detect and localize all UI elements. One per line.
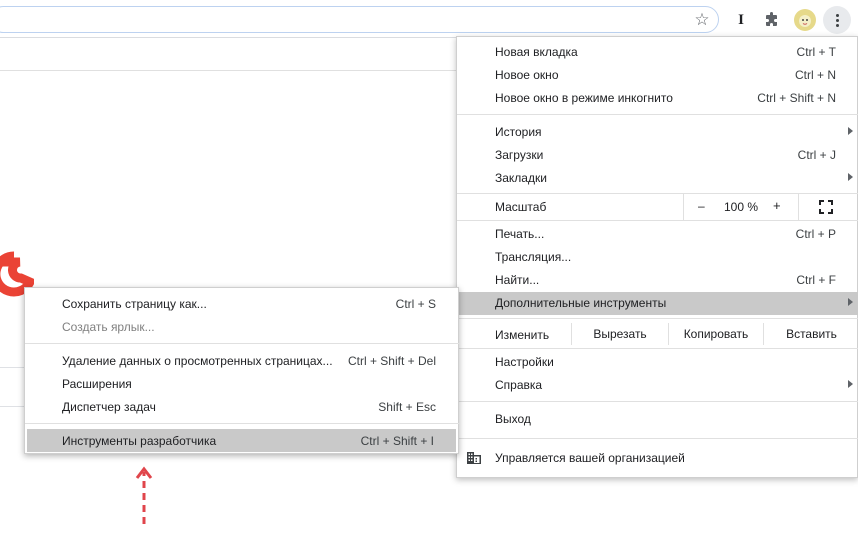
menu-item-label: Создать ярлык... [62,320,155,334]
menu-item-label: Новая вкладка [495,45,578,59]
menu-item-label: Дополнительные инструменты [495,296,667,310]
menu-item-label: Загрузки [495,148,544,162]
menu-item-label: Управляется вашей организацией [495,451,685,465]
menu-separator [457,401,858,402]
menu-separator [457,318,858,319]
menu-item-label: Новое окно в режиме инкогнито [495,91,673,105]
zoom-label: Масштаб [495,200,547,214]
menu-item-managed[interactable]: Управляется вашей организацией [457,445,858,471]
menu-item-shortcut: Ctrl + T [796,45,836,59]
menu-item-label: Найти... [495,273,540,287]
fullscreen-icon[interactable] [818,199,834,215]
menu-item-settings[interactable]: Настройки [457,351,858,374]
submenu-arrow-icon [848,127,853,135]
menu-item-label: Инструменты разработчика [62,434,217,448]
more-tools-submenu: Сохранить страницу как... Ctrl + S Созда… [24,287,460,454]
edit-label: Изменить [495,328,550,342]
zoom-in-button[interactable]: + [773,198,781,213]
building-icon [466,450,482,466]
zoom-value: 100 % [724,200,759,214]
menu-item-history[interactable]: История [457,121,858,144]
menu-item-downloads[interactable]: Загрузки Ctrl + J [457,144,858,167]
menu-item-label: Диспетчер задач [62,400,156,414]
menu-item-label: Настройки [495,355,554,369]
chrome-main-menu: Новая вкладка Ctrl + T Новое окно Ctrl +… [456,36,858,478]
menu-item-exit[interactable]: Выход [457,408,858,431]
menu-item-help[interactable]: Справка [457,374,858,397]
menu-separator [457,220,858,221]
menu-item-label: Расширения [62,377,132,391]
menu-item-more-tools[interactable]: Дополнительные инструменты [457,292,858,315]
submenu-arrow-icon [848,173,853,181]
puzzle-icon[interactable] [760,8,784,32]
avatar-icon[interactable] [794,9,816,31]
menu-edit-row: Изменить Вырезать Копировать Вставить [457,323,858,345]
submenu-item-clear-data[interactable]: Удаление данных о просмотренных страница… [25,349,460,372]
paste-button[interactable]: Вставить [763,323,858,345]
extension-i-icon[interactable]: I [729,8,753,32]
copy-button[interactable]: Копировать [668,323,763,345]
menu-zoom-row: Масштаб – 100 % + [457,194,858,220]
menu-item-shortcut: Ctrl + N [794,68,836,82]
menu-item-label: Выход [495,412,531,426]
menu-item-shortcut: Shift + Esc [378,400,436,414]
submenu-item-save-page[interactable]: Сохранить страницу как... Ctrl + S [25,292,460,315]
submenu-arrow-icon [848,298,853,306]
page-divider [0,70,458,71]
submenu-item-task-manager[interactable]: Диспетчер задач Shift + Esc [25,395,460,418]
menu-item-shortcut: Ctrl + F [796,273,836,287]
menu-item-shortcut: Ctrl + Shift + N [757,91,836,105]
browser-toolbar: ☆ I [0,0,858,38]
address-bar[interactable] [0,6,719,33]
menu-separator [457,348,858,349]
menu-item-shortcut: Ctrl + Shift + I [360,434,434,448]
star-icon[interactable]: ☆ [690,8,714,32]
submenu-item-extensions[interactable]: Расширения [25,372,460,395]
menu-item-label: Закладки [495,171,547,185]
menu-separator [457,114,858,115]
menu-item-cast[interactable]: Трансляция... [457,246,858,269]
menu-item-label: Сохранить страницу как... [62,297,207,311]
menu-item-shortcut: Ctrl + S [395,297,436,311]
cut-button[interactable]: Вырезать [571,323,668,345]
menu-item-label: Справка [495,378,543,392]
menu-item-label: Новое окно [495,68,559,82]
menu-item-print[interactable]: Печать... Ctrl + P [457,223,858,246]
annotation-arrow-icon [134,466,154,526]
menu-item-label: История [495,125,542,139]
submenu-arrow-icon [848,380,853,388]
submenu-item-dev-tools[interactable]: Инструменты разработчика Ctrl + Shift + … [27,429,456,452]
menu-item-label: Удаление данных о просмотренных страница… [62,354,333,368]
menu-item-incognito[interactable]: Новое окно в режиме инкогнито Ctrl + Shi… [457,87,858,110]
kebab-menu-icon[interactable] [823,6,851,34]
menu-item-label: Печать... [495,227,545,241]
submenu-item-create-shortcut: Создать ярлык... [25,315,460,338]
menu-item-find[interactable]: Найти... Ctrl + F [457,269,858,292]
menu-separator [457,438,858,439]
menu-item-new-tab[interactable]: Новая вкладка Ctrl + T [457,41,858,64]
menu-item-label: Трансляция... [495,250,572,264]
menu-item-shortcut: Ctrl + J [797,148,836,162]
menu-item-new-window[interactable]: Новое окно Ctrl + N [457,64,858,87]
menu-item-bookmarks[interactable]: Закладки [457,167,858,190]
zoom-out-button[interactable]: – [698,199,705,213]
menu-item-shortcut: Ctrl + Shift + Del [347,354,436,368]
menu-item-shortcut: Ctrl + P [795,227,836,241]
menu-separator [25,423,460,424]
menu-separator [25,343,460,344]
zoom-control: – 100 % + [683,194,799,220]
